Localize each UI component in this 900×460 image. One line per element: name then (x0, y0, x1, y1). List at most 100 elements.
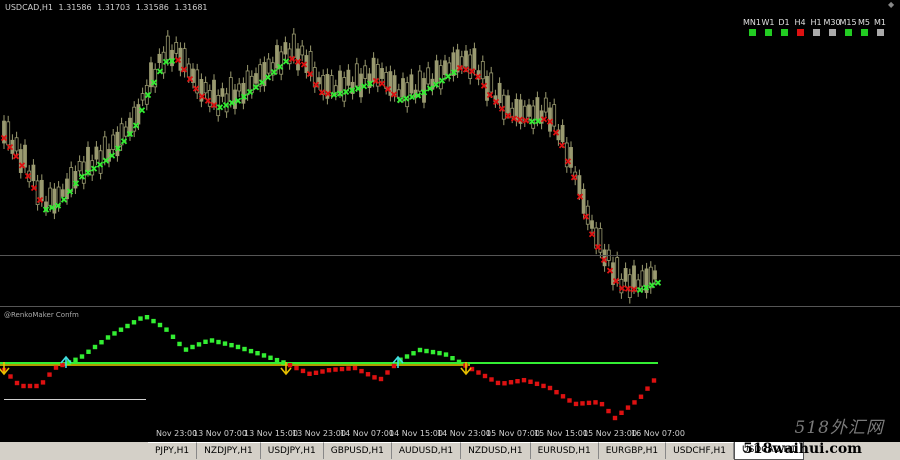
candle-body (623, 268, 628, 282)
indicator-square (222, 341, 228, 346)
candle-body (266, 58, 271, 74)
tab-usdchf-h1[interactable]: USDCHF,H1 (666, 442, 734, 459)
candle-body (480, 61, 485, 80)
indicator-square (437, 350, 442, 356)
indicator-square (489, 377, 494, 382)
candle-body (489, 72, 494, 93)
tab-nzdusd-h1[interactable]: NZDUSD,H1 (461, 442, 531, 459)
time-label: 13 Nov 23:00 (292, 429, 346, 438)
candle-body (388, 71, 393, 96)
trail-marker (12, 153, 20, 160)
indicator-square (567, 398, 572, 403)
indicator-square (183, 347, 189, 352)
panel-divider[interactable] (0, 306, 900, 307)
indicator-square (27, 383, 33, 389)
indicator-square (359, 368, 364, 374)
candle-body (577, 175, 582, 195)
time-label: 15 Nov 07:00 (486, 429, 540, 438)
candle-body (615, 257, 620, 282)
overlay-box (0, 400, 150, 444)
tab-eurusd-h1[interactable]: EURUSD,H1 (530, 442, 599, 459)
indicator-square (554, 389, 559, 395)
candle-body (60, 189, 65, 197)
time-label: 13 Nov 07:00 (193, 429, 247, 438)
indicator-square (606, 408, 611, 414)
indicator-square (528, 379, 533, 384)
candle-body (371, 57, 376, 82)
candle-body (174, 42, 179, 54)
indicator-square (216, 339, 221, 345)
indicator-square (612, 415, 618, 421)
indicator-square (456, 359, 462, 365)
indicator-square (177, 341, 182, 347)
candle-body (405, 82, 410, 108)
indicator-square (287, 363, 293, 368)
indicator-square (60, 362, 65, 368)
candle-body (254, 73, 258, 84)
candle-body (220, 88, 225, 97)
indicator-square (645, 386, 650, 391)
tab-usdjpy-h1[interactable]: USDJPY,H1 (260, 442, 324, 459)
indicator-square (151, 318, 156, 324)
candle-body (329, 75, 334, 94)
candle-body (18, 149, 23, 173)
indicator-square (404, 354, 410, 359)
indicator-square (209, 338, 215, 343)
time-label: Nov 23:00 (156, 429, 198, 438)
tab-eurgbp-h1[interactable]: EURGBP,H1 (598, 442, 667, 459)
candle-body (401, 78, 405, 98)
indicator-square (164, 327, 169, 332)
candle-body (283, 42, 288, 55)
candle-body (237, 83, 242, 92)
time-label: 15 Nov 15:00 (534, 429, 588, 438)
price-chart[interactable]: USDCAD,H1 1.31586 1.31703 1.31586 1.3168… (0, 0, 900, 306)
indicator-square (430, 349, 436, 355)
indicator-square (411, 351, 416, 356)
indicator-square (196, 342, 202, 347)
indicator-square (443, 352, 449, 357)
candle-body (531, 105, 536, 129)
candle-body (77, 160, 82, 172)
candle-body (590, 220, 594, 229)
trail-marker (558, 142, 566, 149)
indicator-square (638, 394, 644, 399)
candle-body (123, 126, 128, 137)
indicator-square (508, 380, 514, 385)
indicator-square (281, 360, 286, 365)
candle-body (363, 65, 368, 79)
candle-body (338, 70, 342, 93)
candle-body (300, 45, 305, 56)
indicator-square (21, 383, 26, 389)
candle-body (472, 48, 477, 70)
indicator-square (320, 369, 325, 374)
indicator-square (112, 331, 117, 336)
indicator-square (521, 377, 527, 383)
candle-body (653, 270, 657, 280)
tab-pjpy-h1[interactable]: PJPY,H1 (148, 442, 198, 459)
candle-body (86, 146, 90, 172)
trail-marker (396, 96, 404, 104)
indicator-square (242, 346, 247, 352)
indicator-square (248, 348, 254, 354)
candle-body (447, 62, 452, 76)
candle-body (136, 104, 141, 125)
indicator-square (495, 380, 501, 386)
candle-body (291, 33, 296, 58)
tab-audusd-h1[interactable]: AUDUSD,H1 (391, 442, 462, 459)
candle-body (426, 67, 431, 85)
indicator-square (47, 372, 52, 377)
indicator-square (73, 357, 78, 362)
candle-body (140, 93, 145, 101)
indicator-square (326, 368, 332, 373)
candle-body (527, 104, 531, 117)
indicator-square (346, 366, 351, 371)
indicator-square (560, 394, 566, 399)
tab-gbpusd-h1[interactable]: GBPUSD,H1 (323, 442, 392, 459)
indicator-square (53, 365, 59, 370)
tab-nzdjpy-h1[interactable]: NZDJPY,H1 (197, 442, 261, 459)
candle-body (81, 161, 86, 184)
indicator-square (300, 368, 306, 374)
candle-body (6, 121, 11, 146)
indicator-square (417, 347, 423, 353)
indicator-square (651, 378, 657, 383)
